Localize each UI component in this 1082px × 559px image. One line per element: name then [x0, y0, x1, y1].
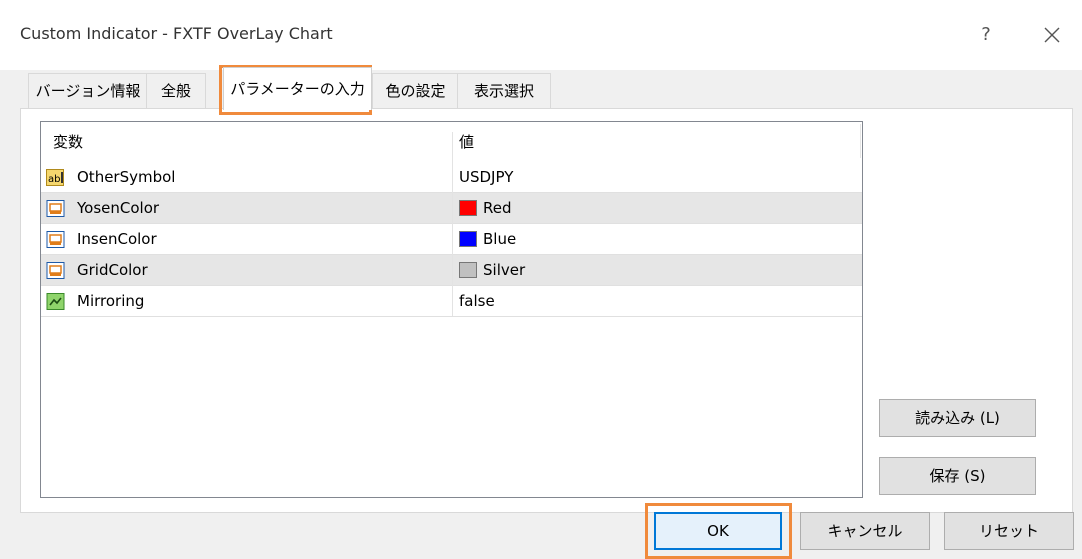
color-swatch	[459, 231, 477, 247]
column-divider	[452, 132, 453, 316]
color-swatch	[459, 262, 477, 278]
load-button[interactable]: 読み込み (L)	[879, 399, 1036, 437]
svg-text:ab: ab	[48, 174, 60, 185]
save-button[interactable]: 保存 (S)	[879, 457, 1036, 495]
param-name: YosenColor	[77, 199, 160, 217]
param-name: GridColor	[77, 261, 148, 279]
param-value[interactable]: Red	[483, 193, 512, 223]
color-swatch	[459, 200, 477, 216]
bool-param-icon	[46, 293, 65, 310]
param-value[interactable]: USDJPY	[459, 162, 513, 192]
reset-button[interactable]: リセット	[944, 512, 1074, 550]
row-divider	[41, 316, 862, 317]
param-value[interactable]: false	[459, 286, 495, 316]
color-param-icon	[46, 262, 65, 279]
tab-general[interactable]: 全般	[146, 73, 206, 108]
param-value[interactable]: Blue	[483, 224, 516, 254]
header-variable[interactable]: 変数	[53, 122, 83, 160]
param-name: OtherSymbol	[77, 168, 176, 186]
cancel-button[interactable]: キャンセル	[800, 512, 930, 550]
window-title: Custom Indicator - FXTF OverLay Chart	[20, 24, 333, 43]
close-icon	[1044, 27, 1060, 43]
param-name: InsenColor	[77, 230, 157, 248]
tab-color-settings[interactable]: 色の設定	[372, 73, 459, 108]
ok-button-highlight	[645, 503, 792, 559]
parameters-list[interactable]: 変数 値 ab OtherSymbol USDJPY YosenColor Re…	[40, 121, 863, 498]
tab-display-selection[interactable]: 表示選択	[457, 73, 551, 108]
param-name: Mirroring	[77, 292, 145, 310]
param-value[interactable]: Silver	[483, 255, 525, 285]
tab-parameters[interactable]: パラメーターの入力	[223, 67, 372, 110]
color-param-icon	[46, 231, 65, 248]
string-ab-icon: ab	[46, 169, 64, 186]
help-button[interactable]: ?	[971, 20, 1001, 50]
color-param-icon	[46, 200, 65, 217]
header-value[interactable]: 値	[459, 122, 474, 160]
tab-version-info[interactable]: バージョン情報	[28, 73, 148, 108]
header-divider	[860, 124, 861, 158]
close-button[interactable]	[1035, 18, 1069, 52]
